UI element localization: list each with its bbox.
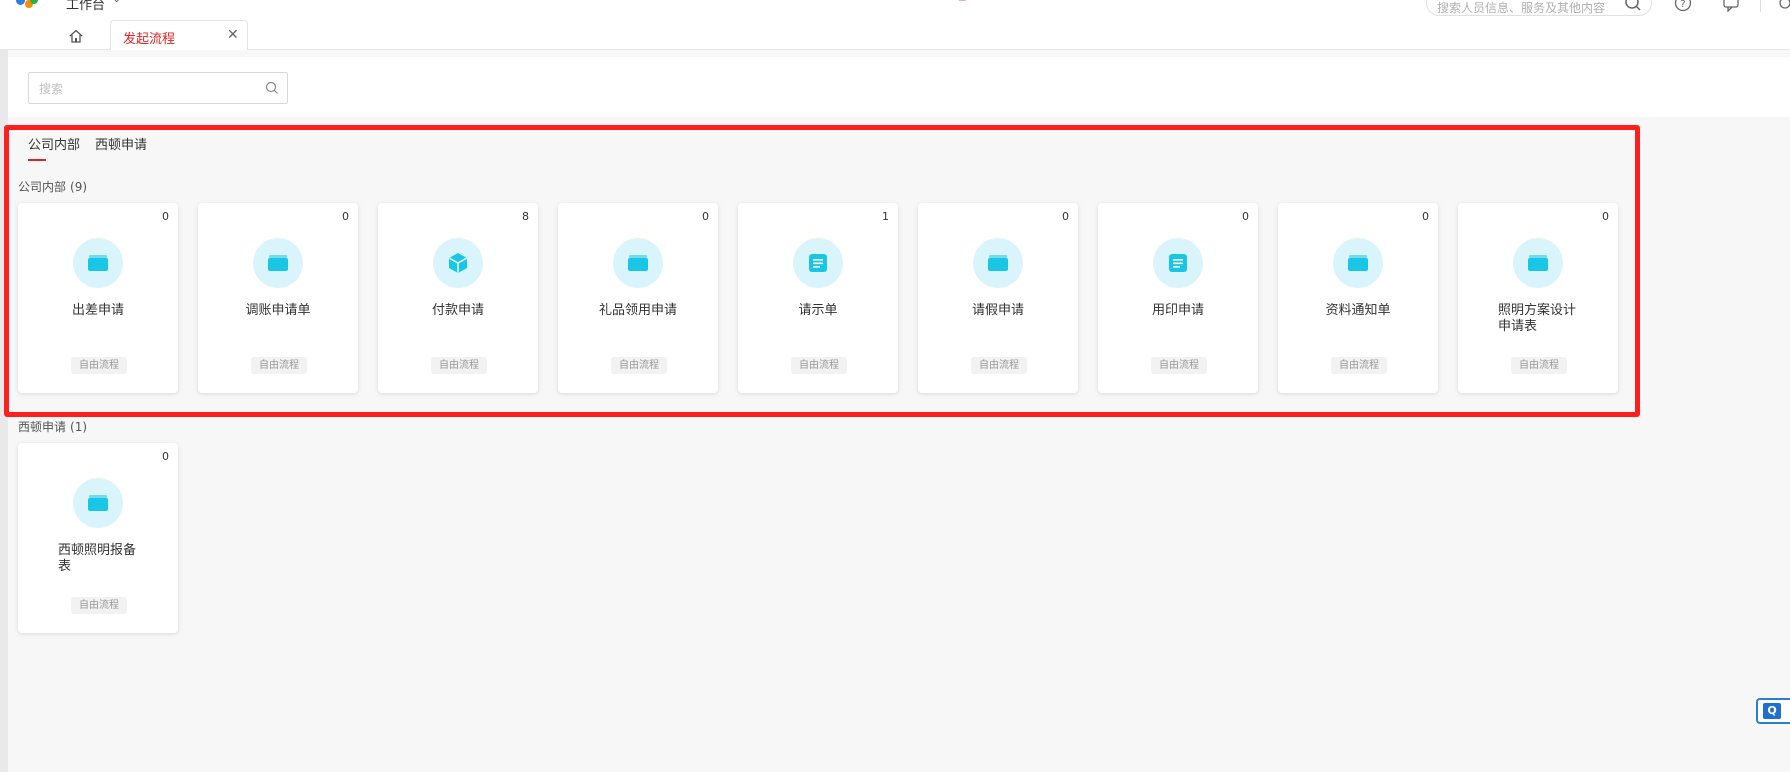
group-title: 西顿申请 bbox=[18, 420, 67, 434]
floating-assistant-button[interactable]: Q bbox=[1756, 698, 1790, 724]
usage-count: 8 bbox=[522, 210, 529, 223]
group-title-seeton-apply: 西顿申请 (1) bbox=[18, 418, 87, 435]
process-card[interactable]: 0 西顿照明报备表自由流程 bbox=[18, 443, 178, 633]
folder-icon bbox=[613, 238, 663, 288]
brand-mark-icon: ▭ bbox=[958, 0, 976, 4]
flow-type-badge: 自由流程 bbox=[71, 357, 127, 374]
flow-type-badge: 自由流程 bbox=[791, 357, 847, 374]
folder-icon bbox=[1333, 238, 1383, 288]
process-name: 用印申请 bbox=[1151, 303, 1204, 318]
usage-count: 0 bbox=[1422, 210, 1429, 223]
flow-type-badge: 自由流程 bbox=[1511, 357, 1567, 374]
document-icon bbox=[793, 238, 843, 288]
folder-icon bbox=[1513, 238, 1563, 288]
flow-type-badge: 自由流程 bbox=[1331, 357, 1387, 374]
process-name: 请假申请 bbox=[971, 303, 1024, 318]
tab-seeton-apply[interactable]: 西顿申请 bbox=[95, 134, 147, 153]
process-card[interactable]: 0 调账申请单自由流程 bbox=[198, 203, 358, 393]
usage-count: 0 bbox=[702, 210, 709, 223]
settings-icon[interactable] bbox=[1776, 0, 1790, 12]
process-name: 付款申请 bbox=[431, 303, 484, 318]
flow-type-badge: 自由流程 bbox=[251, 357, 307, 374]
process-name: 礼品领用申请 bbox=[598, 303, 677, 318]
left-strip bbox=[0, 50, 8, 772]
folder-icon bbox=[73, 478, 123, 528]
flow-type-badge: 自由流程 bbox=[971, 357, 1027, 374]
process-card[interactable]: 1 请示单自由流程 bbox=[738, 203, 898, 393]
flow-type-badge: 自由流程 bbox=[1151, 357, 1207, 374]
process-card[interactable]: 0 资料通知单自由流程 bbox=[1278, 203, 1438, 393]
header-divider bbox=[1760, 0, 1761, 12]
top-bar: 工作台 ⌄ ▭ 搜索人员信息、服务及其他内容 ? bbox=[0, 0, 1790, 50]
svg-text:?: ? bbox=[1680, 0, 1685, 10]
process-card[interactable]: 0 出差申请自由流程 bbox=[18, 203, 178, 393]
process-card[interactable]: 8 付款申请自由流程 bbox=[378, 203, 538, 393]
group-title-company-internal: 公司内部 (9) bbox=[18, 178, 87, 195]
process-name: 西顿照明报备表 bbox=[58, 543, 137, 574]
folder-icon bbox=[973, 238, 1023, 288]
search-icon[interactable] bbox=[1624, 0, 1642, 12]
tab-label: 发起流程 bbox=[123, 32, 176, 47]
search-panel bbox=[8, 57, 1790, 117]
usage-count: 0 bbox=[342, 210, 349, 223]
process-name: 出差申请 bbox=[71, 303, 124, 318]
usage-count: 1 bbox=[882, 210, 889, 223]
search-icon[interactable] bbox=[265, 81, 279, 95]
usage-count: 0 bbox=[1242, 210, 1249, 223]
process-card[interactable]: 0 请假申请自由流程 bbox=[918, 203, 1078, 393]
process-name: 资料通知单 bbox=[1325, 303, 1391, 318]
flow-type-badge: 自由流程 bbox=[71, 597, 127, 614]
group-count: (1) bbox=[70, 420, 88, 434]
q-icon: Q bbox=[1763, 703, 1781, 719]
chevron-down-icon[interactable]: ⌄ bbox=[112, 0, 121, 5]
usage-count: 0 bbox=[1602, 210, 1609, 223]
global-search-input[interactable]: 搜索人员信息、服务及其他内容 bbox=[1426, 0, 1652, 16]
usage-count: 0 bbox=[162, 450, 169, 463]
app-switcher-label[interactable]: 工作台 bbox=[66, 0, 105, 13]
close-icon[interactable]: ✕ bbox=[227, 27, 239, 43]
tab-company-internal[interactable]: 公司内部 bbox=[28, 134, 80, 161]
app-logo-icon[interactable] bbox=[16, 0, 38, 12]
group-count: (9) bbox=[70, 180, 88, 194]
process-name: 请示单 bbox=[798, 303, 838, 318]
folder-icon bbox=[73, 238, 123, 288]
search-box bbox=[28, 72, 288, 104]
process-card[interactable]: 0 礼品领用申请 自由流程 bbox=[558, 203, 718, 393]
help-icon[interactable]: ? bbox=[1674, 0, 1692, 12]
flow-type-badge: 自由流程 bbox=[431, 357, 487, 374]
process-name: 调账申请单 bbox=[245, 303, 311, 318]
usage-count: 0 bbox=[162, 210, 169, 223]
group-title: 公司内部 bbox=[18, 180, 67, 194]
tab-start-process[interactable]: 发起流程 ✕ bbox=[110, 20, 248, 50]
process-name: 照明方案设计申请表 bbox=[1498, 303, 1577, 334]
usage-count: 0 bbox=[1062, 210, 1069, 223]
document-icon bbox=[1153, 238, 1203, 288]
home-icon[interactable] bbox=[68, 28, 84, 44]
cube-icon bbox=[433, 238, 483, 288]
search-input[interactable] bbox=[39, 80, 259, 98]
folder-icon bbox=[253, 238, 303, 288]
process-card[interactable]: 0 照明方案设计申请表自由流程 bbox=[1458, 203, 1618, 393]
process-card[interactable]: 0 用印申请自由流程 bbox=[1098, 203, 1258, 393]
message-icon[interactable] bbox=[1722, 0, 1740, 12]
flow-type-badge: 自由流程 bbox=[611, 357, 667, 374]
